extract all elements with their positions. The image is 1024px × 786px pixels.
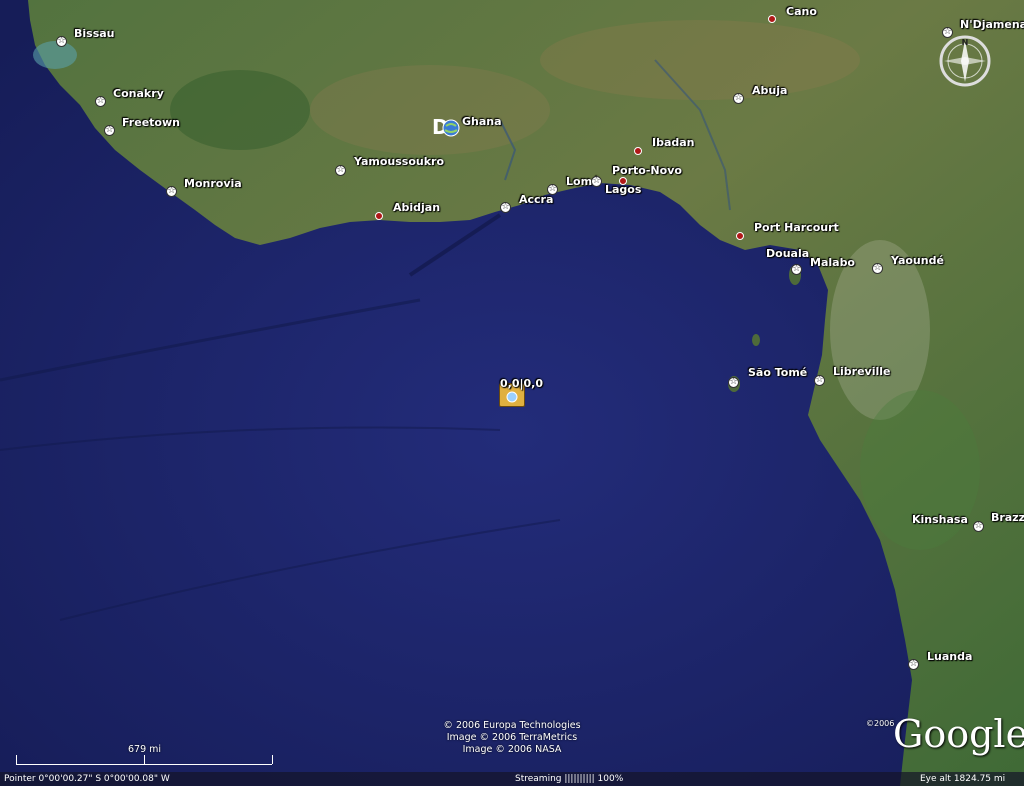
principe-island bbox=[752, 334, 760, 346]
copyright-line: Image © 2006 TerraMetrics bbox=[446, 732, 578, 743]
logo-text: Google bbox=[893, 712, 1024, 756]
capital-marker[interactable]: ☆ bbox=[791, 264, 802, 275]
city-label[interactable]: Bissau bbox=[74, 27, 115, 40]
city-label[interactable]: Cano bbox=[786, 5, 817, 18]
scale-tick bbox=[272, 755, 273, 764]
scale-tick bbox=[16, 755, 17, 764]
city-label[interactable]: Accra bbox=[519, 193, 553, 206]
eye-altitude: Eye alt 1824.75 mi bbox=[920, 774, 1006, 784]
city-label[interactable]: Douala bbox=[766, 247, 809, 260]
pointer-coordinates: Pointer 0°00'00.27" S 0°00'00.08" W bbox=[4, 774, 170, 784]
svg-text:N: N bbox=[962, 38, 969, 47]
city-label[interactable]: Freetown bbox=[122, 116, 180, 129]
city-label[interactable]: São Tomé bbox=[748, 366, 807, 379]
capital-marker[interactable]: ☆ bbox=[733, 93, 744, 104]
city-marker[interactable] bbox=[375, 212, 383, 220]
city-label[interactable]: Kinshasa bbox=[912, 513, 968, 526]
city-marker[interactable] bbox=[736, 232, 744, 240]
city-label[interactable]: Malabo bbox=[810, 256, 855, 269]
scale-line bbox=[16, 764, 272, 765]
city-label[interactable]: Libreville bbox=[833, 365, 890, 378]
city-label[interactable]: Lagos bbox=[605, 183, 641, 196]
city-label[interactable]: Porto-Novo bbox=[612, 164, 682, 177]
city-label[interactable]: Port Harcourt bbox=[754, 221, 839, 234]
city-label[interactable]: Ibadan bbox=[652, 136, 695, 149]
city-label[interactable]: Monrovia bbox=[184, 177, 242, 190]
google-logo: Google™ bbox=[893, 712, 1024, 756]
capital-marker[interactable]: ☆ bbox=[95, 96, 106, 107]
capital-marker[interactable]: ☆ bbox=[335, 165, 346, 176]
city-label[interactable]: Abidjan bbox=[393, 201, 440, 214]
city-label[interactable]: Conakry bbox=[113, 87, 164, 100]
globe-icon[interactable] bbox=[442, 119, 460, 137]
scale-bar: 679 mi bbox=[16, 744, 274, 768]
copyright-line: Image © 2006 NASA bbox=[462, 744, 562, 755]
satellite-map-view[interactable]: ☆ Bissau ☆ Conakry ☆ Freetown ☆ Monrovia… bbox=[0, 0, 1024, 786]
capital-marker[interactable]: ☆ bbox=[872, 263, 883, 274]
status-bar: Pointer 0°00'00.27" S 0°00'00.08" W Stre… bbox=[0, 772, 1024, 786]
capital-marker[interactable]: ☆ bbox=[728, 377, 739, 388]
city-marker[interactable] bbox=[768, 15, 776, 23]
city-label[interactable]: Brazz bbox=[991, 511, 1024, 524]
scale-label: 679 mi bbox=[128, 744, 162, 755]
capital-marker[interactable]: ☆ bbox=[591, 176, 602, 187]
city-label[interactable]: Yamoussoukro bbox=[354, 155, 444, 168]
capital-marker[interactable]: ☆ bbox=[814, 375, 825, 386]
capital-marker[interactable]: ☆ bbox=[56, 36, 67, 47]
capital-marker[interactable]: ☆ bbox=[973, 521, 984, 532]
streaming-status: Streaming |||||||||| 100% bbox=[515, 774, 624, 784]
capital-marker[interactable]: ☆ bbox=[908, 659, 919, 670]
capital-marker[interactable]: ☆ bbox=[547, 184, 558, 195]
scale-tick bbox=[144, 755, 145, 764]
logo-year: ©2006 bbox=[866, 719, 895, 728]
country-label[interactable]: Ghana bbox=[462, 115, 502, 128]
capital-marker[interactable]: ☆ bbox=[166, 186, 177, 197]
compass-icon[interactable]: N bbox=[938, 34, 992, 88]
city-label[interactable]: N'Djamena bbox=[960, 18, 1024, 31]
capital-marker[interactable]: ☆ bbox=[500, 202, 511, 213]
placemark-label[interactable]: 0,0|0,0 bbox=[500, 377, 543, 390]
city-label[interactable]: Luanda bbox=[927, 650, 972, 663]
copyright-notice: © 2006 Europa Technologies Image © 2006 … bbox=[420, 720, 604, 756]
city-label[interactable]: Abuja bbox=[752, 84, 787, 97]
city-label[interactable]: Yaoundé bbox=[891, 254, 944, 267]
copyright-line: © 2006 Europa Technologies bbox=[443, 720, 581, 731]
city-marker[interactable] bbox=[634, 147, 642, 155]
capital-marker[interactable]: ☆ bbox=[104, 125, 115, 136]
